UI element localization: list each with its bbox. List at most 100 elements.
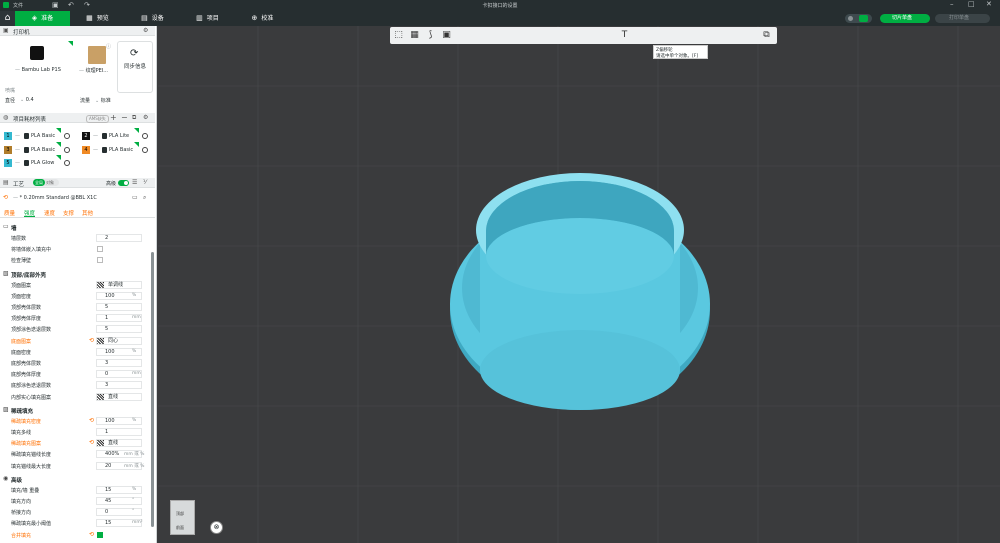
setting-row: 墙层数 2 — [0, 233, 155, 243]
sync-ams-icon[interactable]: ⧉ — [132, 114, 136, 122]
list-view-icon[interactable]: ☰ — [132, 179, 137, 186]
setting-row: 顶部涂色迭退层数 5 — [0, 324, 155, 334]
setting-input[interactable]: 45 — [96, 497, 142, 505]
setting-label: 稀疏填充最小阈值 — [11, 521, 52, 528]
setting-label: 底面图案 — [11, 338, 32, 345]
setting-label: 填充锚线最大长度 — [11, 463, 52, 470]
slice-plate-button[interactable]: 切片单盘 — [880, 14, 930, 23]
filament-spool-icon — [24, 147, 29, 153]
setting-label: 墙层数 — [11, 236, 27, 242]
diameter-label: 直径 — [5, 98, 16, 104]
filament-edit-icon[interactable] — [64, 133, 70, 139]
setting-label: 顶部涂色迭退层数 — [11, 327, 52, 334]
reset-icon[interactable]: ⟲ — [89, 337, 94, 344]
text-tool-icon[interactable]: T — [618, 29, 631, 42]
setting-checkbox[interactable] — [97, 531, 103, 538]
orient-icon[interactable]: ⟆ — [424, 29, 437, 42]
3d-viewport[interactable] — [158, 26, 1000, 543]
arrange-icon[interactable]: ▣ — [440, 29, 453, 42]
global-object-switch[interactable]: 全局 对象 — [33, 179, 59, 186]
view-navigation-cube[interactable]: 顶部 前面 — [170, 500, 195, 535]
setting-unit: mm — [132, 315, 141, 321]
search-icon[interactable]: ⌕ — [143, 194, 146, 202]
print-plate-button[interactable]: 打印单盘 — [935, 14, 990, 23]
ams-tag: AMS缺失 — [86, 115, 109, 123]
sync-info-button[interactable]: ⟳ 同步信息 — [117, 41, 153, 93]
setting-input[interactable]: 1 — [96, 428, 142, 436]
setting-input[interactable]: 0 — [96, 508, 142, 517]
tab-calibration[interactable]: ⊕ 校准 — [235, 11, 290, 26]
setting-input[interactable]: 2 — [96, 234, 142, 242]
tab-quality[interactable]: 质量 — [4, 209, 15, 217]
maximize-icon[interactable]: □ — [968, 0, 975, 8]
filament-settings-gear-icon[interactable]: ⚙ — [143, 114, 148, 121]
scrollbar[interactable] — [151, 252, 154, 527]
advanced-toggle[interactable] — [118, 180, 129, 186]
tab-others[interactable]: 其他 — [82, 209, 93, 217]
save-preset-icon[interactable]: ▭ — [132, 194, 138, 201]
filament-slot-4[interactable]: 4 — PLA Basic — [82, 142, 152, 154]
setting-label: 底部壳体层数 — [11, 361, 42, 367]
group-icon: ◉ — [3, 474, 9, 482]
setting-label: 顶部壳体层数 — [11, 305, 42, 311]
setting-input[interactable]: 3 — [96, 359, 142, 367]
pattern-icon — [97, 337, 104, 344]
close-icon[interactable]: ✕ — [986, 0, 992, 8]
setting-label: 填充/墙 重叠 — [11, 487, 40, 494]
tab-prepare[interactable]: ◈ 准备 — [15, 11, 70, 26]
setting-input[interactable]: 5 — [96, 303, 142, 311]
setting-label: 底部涂色迭退层数 — [11, 383, 52, 390]
filament-slot-1[interactable]: 1 — PLA Basic — [4, 128, 74, 140]
pattern-icon — [97, 440, 104, 447]
home-icon[interactable]: ⌂ — [0, 11, 15, 26]
project-icon: ▥ — [196, 14, 203, 22]
filament-edit-icon[interactable] — [142, 133, 148, 139]
add-object-icon[interactable]: ⬚ — [392, 29, 405, 42]
filament-slot-2[interactable]: 2 — PLA Lite — [82, 128, 152, 140]
filament-edit-icon[interactable] — [64, 147, 70, 153]
preset-reset-icon[interactable]: ⟲ — [3, 194, 8, 201]
view-toggle[interactable] — [845, 14, 872, 23]
setting-input[interactable]: 3 — [96, 381, 142, 390]
title-bar: 文件 ▣ ↶ ↷ 卡扣接口的设置 – □ ✕ — [0, 0, 1000, 11]
filament-slot-5[interactable]: 5 — PLA Glow — [4, 155, 74, 167]
setting-label: 填充方向 — [11, 499, 32, 505]
setting-label: 稀疏填充图案 — [11, 441, 42, 448]
setting-unit: % — [132, 292, 137, 298]
tab-speed[interactable]: 速度 — [44, 209, 55, 217]
minimize-icon[interactable]: – — [950, 0, 954, 8]
setting-checkbox[interactable] — [97, 246, 103, 253]
process-tabs: 质量 强度 速度 支撑 其他 — [0, 207, 155, 218]
setting-label: 稀疏填充锚线长度 — [11, 452, 52, 459]
setting-input[interactable]: 5 — [96, 325, 142, 334]
process-icon: ▤ — [3, 179, 9, 186]
filament-slot-3[interactable]: 3 — PLA Basic — [4, 142, 74, 154]
assembly-view-icon[interactable]: ⧉ — [760, 29, 773, 42]
filament-edit-icon[interactable] — [64, 160, 70, 166]
setting-checkbox[interactable] — [97, 257, 103, 264]
tab-device[interactable]: ▤ 设备 — [125, 11, 180, 26]
tab-preview[interactable]: ▦ 预览 — [70, 11, 125, 26]
add-filament-icon[interactable]: + — [110, 113, 117, 122]
compare-icon[interactable]: ⅟ — [143, 179, 146, 186]
process-preset-select[interactable]: ⟲ — * 0.20mm Standard @BBL X1C ▭ ⌕ — [3, 193, 153, 203]
remove-filament-icon[interactable]: − — [121, 113, 128, 122]
plate-type[interactable]: — 纹理PEI... — [79, 67, 108, 74]
setting-row: ⟲ 稀疏填充密度 100% — [0, 416, 155, 426]
plate-info-icon[interactable]: ⓘ — [106, 43, 111, 50]
filament-edit-icon[interactable] — [142, 147, 148, 153]
tab-support[interactable]: 支撑 — [63, 209, 74, 217]
printer-name[interactable]: — Bambu Lab P1S — [15, 67, 73, 73]
left-sidebar: ▣ 打印机 ⚙ — Bambu Lab P1S ⓘ — 纹理PEI... ⟳ 同步… — [0, 26, 157, 543]
reset-icon[interactable]: ⟲ — [89, 417, 94, 424]
tab-project[interactable]: ▥ 项目 — [180, 11, 235, 26]
reset-view-icon[interactable]: ⊗ — [210, 521, 223, 534]
add-plate-icon[interactable]: ▦ — [408, 29, 421, 42]
model-cup[interactable] — [450, 173, 710, 410]
printer-settings-gear-icon[interactable]: ⚙ — [143, 27, 148, 34]
flow-select[interactable]: ⌄ 标准 — [95, 97, 111, 104]
setting-row: 稀疏填充最小阈值 15 mm² — [0, 518, 155, 528]
reset-icon[interactable]: ⟲ — [89, 531, 94, 538]
reset-icon[interactable]: ⟲ — [89, 439, 94, 446]
diameter-select[interactable]: ⌄ 0.4 — [20, 97, 34, 103]
